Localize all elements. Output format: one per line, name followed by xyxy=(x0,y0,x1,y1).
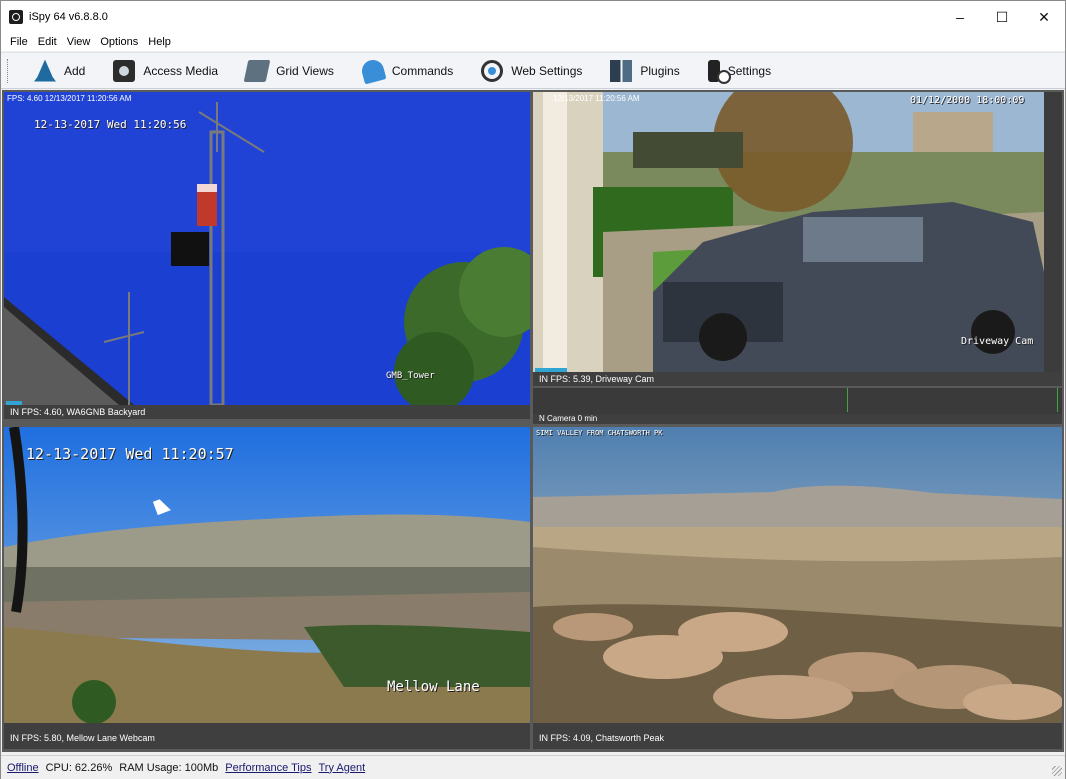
toolbar-grip[interactable] xyxy=(7,58,10,83)
grid-views-icon xyxy=(243,59,271,82)
driveway-status: IN FPS: 5.39, Driveway Cam xyxy=(533,372,1062,386)
chatsworth-scene xyxy=(533,427,1062,723)
menu-bar: File Edit View Options Help xyxy=(1,33,1065,51)
grid-views-button[interactable]: Grid Views xyxy=(236,57,344,85)
ispy-app-icon xyxy=(9,10,23,24)
plugins-icon xyxy=(610,59,633,82)
camera0-activity-marker xyxy=(847,388,848,412)
status-bar: Offline CPU: 62.26% RAM Usage: 100Mb Per… xyxy=(1,755,1065,779)
camera-feed-mellow[interactable]: 12-13-2017 Wed 11:20:57 Mellow Lane xyxy=(4,427,530,723)
web-settings-icon xyxy=(481,59,504,82)
menu-file[interactable]: File xyxy=(5,36,33,48)
mellow-osd-timestamp: 12-13-2017 Wed 11:20:57 xyxy=(26,445,234,463)
backyard-fps-overlay: FPS: 4.60 12/13/2017 11:20:56 AM xyxy=(7,94,132,103)
backyard-scene xyxy=(4,92,530,405)
menu-options[interactable]: Options xyxy=(95,36,143,48)
minimize-button[interactable]: – xyxy=(939,1,981,33)
web-settings-button[interactable]: Web Settings xyxy=(471,57,592,85)
driveway-scene xyxy=(533,92,1044,372)
camera-grid: FPS: 4.60 12/13/2017 11:20:56 AM 12-13-2… xyxy=(2,90,1064,752)
driveway-osd-timestamp: 01/12/2000 18:00:09 xyxy=(910,95,1025,106)
try-agent-link[interactable]: Try Agent xyxy=(319,762,366,774)
camera-feed-backyard[interactable]: FPS: 4.60 12/13/2017 11:20:56 AM 12-13-2… xyxy=(4,92,530,405)
camera-feed-driveway[interactable]: 12/13/2017 11:20:56 AM 01/12/2000 18:00:… xyxy=(533,92,1044,372)
window-controls: – ☐ ✕ xyxy=(939,1,1065,33)
camera-tile-backyard[interactable]: FPS: 4.60 12/13/2017 11:20:56 AM 12-13-2… xyxy=(4,92,530,419)
settings-label: Settings xyxy=(727,63,772,78)
menu-edit[interactable]: Edit xyxy=(33,36,62,48)
cpu-usage: CPU: 62.26% xyxy=(45,761,113,774)
menu-help[interactable]: Help xyxy=(143,36,176,48)
camera-tile-driveway[interactable]: 12/13/2017 11:20:56 AM 01/12/2000 18:00:… xyxy=(533,92,1062,386)
menu-view[interactable]: View xyxy=(62,36,96,48)
driveway-fps-overlay: 12/13/2017 11:20:56 AM xyxy=(553,94,640,103)
add-camera-icon xyxy=(34,59,56,82)
add-button[interactable]: Add xyxy=(24,57,95,85)
settings-icon xyxy=(707,59,731,84)
driveway-osd-label: Driveway Cam xyxy=(961,336,1034,347)
app-window: iSpy 64 v6.8.8.0 – ☐ ✕ File Edit View Op… xyxy=(0,0,1066,779)
camera-tile-mellow[interactable]: 12-13-2017 Wed 11:20:57 Mellow Lane IN F… xyxy=(4,427,530,749)
camera-tile-chatsworth[interactable]: SIMI VALLEY FROM CHATSWORTH PK IN FPS: 4… xyxy=(533,427,1062,749)
mellow-osd-label: Mellow Lane xyxy=(387,679,480,695)
performance-tips-link[interactable]: Performance Tips xyxy=(225,762,311,774)
toolbar: Add Access Media Grid Views Commands Web… xyxy=(1,52,1065,89)
close-button[interactable]: ✕ xyxy=(1023,1,1065,33)
camera0-status: N Camera 0 min xyxy=(533,414,1062,424)
commands-label: Commands xyxy=(391,63,454,78)
chatsworth-status: IN FPS: 4.09, Chatsworth Peak xyxy=(533,723,1062,749)
settings-button[interactable]: Settings xyxy=(698,57,781,85)
chatsworth-osd-label: SIMI VALLEY FROM CHATSWORTH PK xyxy=(536,429,663,437)
window-title: iSpy 64 v6.8.8.0 xyxy=(29,11,108,23)
grid-views-label: Grid Views xyxy=(276,63,334,78)
backyard-status: IN FPS: 4.60, WA6GNB Backyard xyxy=(4,405,530,419)
camera-feed-chatsworth[interactable]: SIMI VALLEY FROM CHATSWORTH PK xyxy=(533,427,1062,723)
commands-icon xyxy=(359,57,387,84)
offline-link[interactable]: Offline xyxy=(7,762,39,774)
commands-button[interactable]: Commands xyxy=(352,57,463,85)
ram-usage: RAM Usage: 100Mb xyxy=(119,761,219,774)
access-media-label: Access Media xyxy=(143,63,219,78)
backyard-osd-label: GMB_Tower xyxy=(386,371,435,381)
mellow-status: IN FPS: 5.80, Mellow Lane Webcam xyxy=(4,723,530,749)
access-media-icon xyxy=(113,59,136,82)
add-label: Add xyxy=(64,63,86,78)
camera0-activity-marker-2 xyxy=(1057,388,1058,412)
resize-grip[interactable] xyxy=(1052,766,1062,776)
web-settings-label: Web Settings xyxy=(511,63,583,78)
backyard-osd-timestamp: 12-13-2017 Wed 11:20:56 xyxy=(34,118,187,131)
plugins-button[interactable]: Plugins xyxy=(600,57,689,85)
plugins-label: Plugins xyxy=(640,63,680,78)
maximize-button[interactable]: ☐ xyxy=(981,1,1023,33)
access-media-button[interactable]: Access Media xyxy=(103,57,228,85)
title-bar[interactable]: iSpy 64 v6.8.8.0 – ☐ ✕ xyxy=(1,1,1065,33)
camera-tile-camera0[interactable]: N Camera 0 min xyxy=(533,388,1062,424)
